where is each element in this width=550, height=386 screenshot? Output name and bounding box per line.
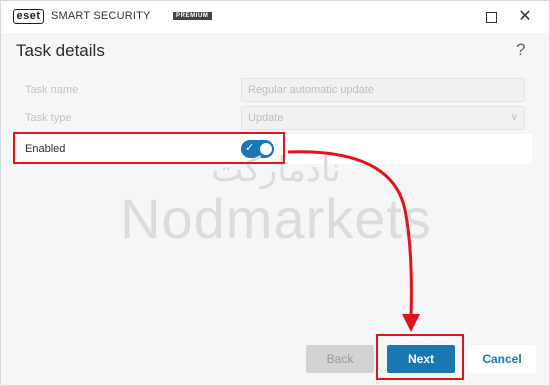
close-button[interactable]: ✕: [508, 5, 542, 29]
task-type-row: Task type Update ∨: [17, 104, 532, 132]
task-name-input[interactable]: Regular automatic update: [241, 78, 525, 102]
maximize-button[interactable]: [474, 5, 508, 29]
app-name: SMART SECURITY: [51, 10, 151, 22]
page-title: Task details: [16, 41, 105, 60]
edition-badge: PREMIUM: [173, 12, 212, 20]
eset-logo: eset: [13, 9, 44, 24]
chevron-down-icon: ∨: [510, 112, 518, 123]
enabled-highlight-box: [13, 132, 285, 164]
task-type-label: Task type: [25, 112, 72, 124]
maximize-icon: [485, 12, 497, 23]
next-highlight-box: [376, 334, 464, 380]
cancel-button[interactable]: Cancel: [468, 345, 536, 373]
task-type-select[interactable]: Update ∨: [241, 106, 525, 130]
task-type-value: Update: [248, 112, 284, 124]
task-name-row: Task name Regular automatic update: [17, 76, 532, 104]
watermark: نادمارکت Nodmarkets: [1, 151, 550, 249]
back-button[interactable]: Back: [306, 345, 374, 373]
footer: Back Next Cancel: [1, 329, 549, 385]
task-details-window: eset SMART SECURITY PREMIUM ✕ Task detai…: [0, 0, 550, 386]
watermark-english: Nodmarkets: [120, 187, 432, 250]
close-icon: ✕: [518, 8, 532, 25]
titlebar: eset SMART SECURITY PREMIUM ✕: [1, 1, 549, 33]
task-name-label: Task name: [25, 84, 79, 96]
help-icon[interactable]: ?: [516, 40, 525, 60]
